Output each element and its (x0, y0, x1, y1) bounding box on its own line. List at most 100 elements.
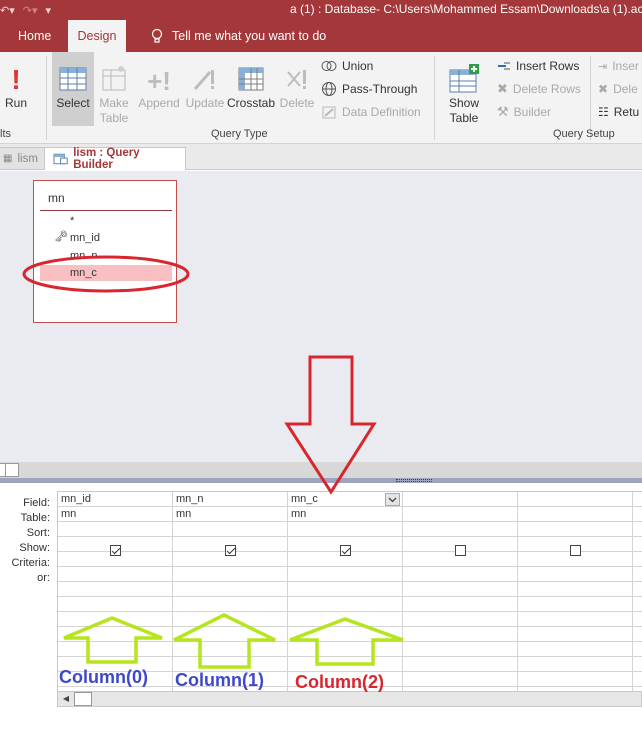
delete-columns-icon: ✖ (598, 82, 609, 96)
run-button[interactable]: ! Run (2, 52, 30, 126)
row-label-sort: Sort: (26, 527, 50, 539)
row-label-or: or: (37, 572, 50, 584)
show-checkbox[interactable] (570, 545, 581, 556)
globe-icon (322, 82, 336, 96)
column-1-label: Column(1) (175, 670, 264, 690)
table-cell[interactable]: mn (288, 508, 402, 520)
grid-scrollbar[interactable]: ◀ (57, 691, 642, 707)
field-cell[interactable]: mn_n (173, 493, 287, 505)
tell-me-box[interactable]: Tell me what you want to do (140, 20, 336, 52)
pass-through-button[interactable]: Pass-Through (321, 79, 417, 99)
column-2-label: Column(2) (295, 672, 384, 692)
upper-scrollbar[interactable] (0, 462, 642, 478)
table-field-list[interactable]: mn * 🗝 mn_id mn_n mn_c (33, 180, 177, 323)
title-bar: ↶▾ ↷▾ ▾ a (1) : Database- C:\Users\Moham… (0, 0, 642, 20)
table-design-pane: mn * 🗝 mn_id mn_n mn_c (0, 171, 642, 462)
table-cell[interactable]: mn (173, 508, 287, 520)
insert-rows-label: Insert Rows (516, 59, 580, 73)
delete-label: Delete (279, 96, 315, 110)
show-table-label: Show Table (448, 96, 480, 125)
tab-home[interactable]: Home (8, 20, 61, 52)
select-query-icon (58, 56, 88, 94)
run-label: Run (4, 96, 27, 110)
lightbulb-icon (151, 28, 163, 43)
scroll-thumb[interactable] (5, 463, 19, 477)
append-icon: +! (147, 66, 171, 96)
update-label: Update (185, 96, 225, 110)
builder-icon: ⚒ (497, 104, 509, 119)
quick-access-toolbar: ↶▾ ↷▾ ▾ (0, 0, 51, 20)
field-cell[interactable]: mn_c (288, 493, 383, 505)
show-checkbox[interactable] (225, 545, 236, 556)
row-label-table: Table: (20, 512, 50, 524)
make-table-icon (99, 56, 129, 94)
query-grid-pane: Field: Table: Sort: Show: Criteria: or: (0, 483, 642, 750)
field-all[interactable]: * (70, 215, 74, 227)
pass-through-label: Pass-Through (342, 82, 418, 96)
union-label: Union (342, 59, 374, 73)
column-0-label: Column(0) (59, 667, 148, 687)
doc-tab-label: lism : Query Builder (73, 147, 140, 171)
splitter-grip[interactable] (396, 479, 432, 482)
insert-columns-button[interactable]: ⇥ Inser (598, 56, 639, 76)
select-query-button[interactable]: Select (52, 52, 94, 126)
grid-lines (58, 492, 642, 692)
customize-qat-icon[interactable]: ▾ (46, 4, 52, 17)
append-button[interactable]: +! Append (136, 52, 182, 126)
delete-columns-button[interactable]: ✖ Dele (598, 79, 638, 99)
query-design-grid: mn_id mn mn_n mn mn_c mn (57, 491, 642, 692)
row-label-field: Field: (23, 497, 50, 509)
ribbon: ! Run Select Make Table +! Append Update… (0, 52, 642, 144)
tell-me-label: Tell me what you want to do (172, 29, 327, 43)
show-table-button[interactable]: Show Table (442, 52, 486, 126)
group-query-type: Query Type (211, 128, 268, 140)
ribbon-tab-bar: Home Design Tell me what you want to do (0, 20, 642, 52)
scroll-left-icon[interactable]: ◀ (58, 692, 74, 706)
append-label: Append (138, 96, 180, 110)
return-button[interactable]: ☷ Retu (598, 102, 639, 122)
delete-rows-button[interactable]: ✖ Delete Rows (497, 79, 581, 99)
separator (46, 56, 47, 140)
key-icon: 🗝 (54, 231, 68, 243)
table-cell[interactable]: mn (58, 508, 172, 520)
redo-icon[interactable]: ↷▾ (23, 4, 38, 17)
crosstab-button[interactable]: Crosstab (227, 52, 275, 126)
query-icon (53, 153, 68, 165)
scroll-thumb[interactable] (74, 692, 92, 706)
data-definition-button[interactable]: Data Definition (321, 102, 421, 122)
table-icon: ▦ (3, 153, 13, 164)
separator (434, 56, 435, 140)
show-checkbox[interactable] (455, 545, 466, 556)
group-query-setup: Query Setup (553, 128, 615, 140)
union-button[interactable]: Union (321, 56, 373, 76)
undo-icon[interactable]: ↶▾ (0, 4, 15, 17)
delete-query-button[interactable]: Delete (278, 52, 316, 126)
field-mn-n[interactable]: mn_n (70, 250, 98, 258)
field-mn-c[interactable]: mn_c (70, 267, 97, 279)
make-table-button[interactable]: Make Table (96, 52, 132, 126)
make-table-label: Make Table (99, 96, 129, 125)
table-name: mn (48, 191, 65, 205)
doc-tab-query-builder[interactable]: lism : Query Builder (44, 147, 186, 171)
data-definition-icon (322, 106, 336, 119)
doc-tab-lism[interactable]: ▦ lism (0, 147, 47, 170)
insert-columns-label: Inser (612, 59, 639, 73)
delete-columns-label: Dele (613, 82, 638, 96)
row-label-show: Show: (19, 542, 50, 554)
insert-rows-button[interactable]: Insert Rows (497, 56, 579, 76)
field-mn-id[interactable]: mn_id (70, 232, 100, 244)
field-cell[interactable]: mn_id (58, 493, 172, 505)
show-checkbox[interactable] (340, 545, 351, 556)
update-button[interactable]: Update (184, 52, 226, 126)
builder-button[interactable]: ⚒ Builder (497, 102, 551, 122)
group-results: lts (0, 128, 11, 140)
delete-rows-icon: ✖ (497, 81, 508, 96)
window-title: a (1) : Database- C:\Users\Mohammed Essa… (290, 2, 642, 16)
field-dropdown-button[interactable] (385, 493, 400, 506)
show-checkbox[interactable] (110, 545, 121, 556)
return-icon: ☷ (598, 105, 609, 119)
insert-columns-icon: ⇥ (598, 60, 608, 73)
show-table-icon (448, 56, 480, 94)
tab-design[interactable]: Design (68, 20, 126, 52)
delete-query-icon (282, 56, 312, 94)
